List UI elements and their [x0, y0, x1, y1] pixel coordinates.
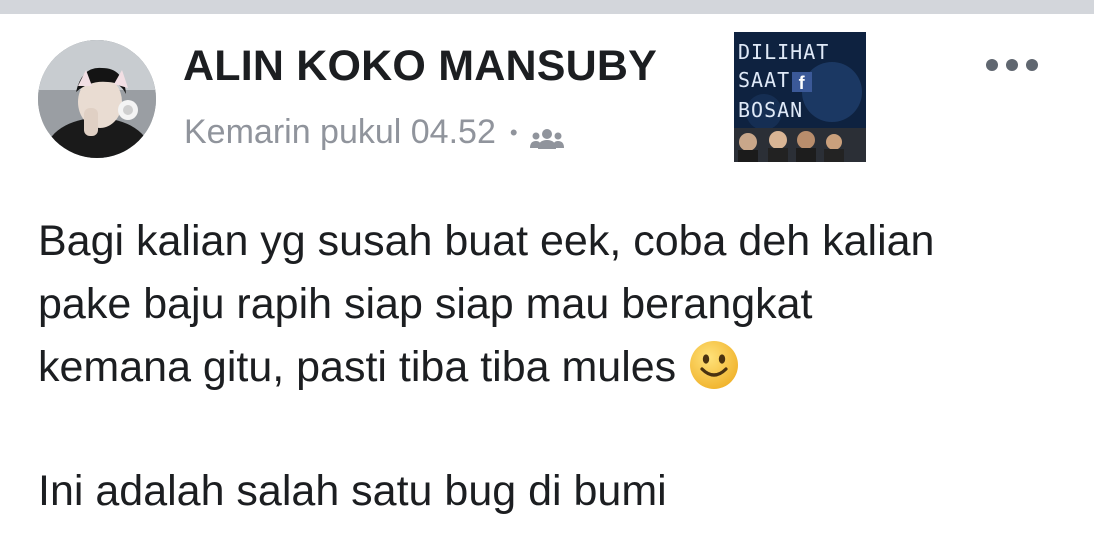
badge-line-2-text: SAAT	[738, 68, 791, 92]
page-watermark-badge: DILIHAT SAAT f BOSAN	[734, 32, 866, 162]
author-name[interactable]: ALIN KOKO MANSUBY	[183, 42, 657, 91]
facebook-icon: f	[792, 72, 813, 93]
badge-line-1: DILIHAT	[738, 40, 830, 64]
post-body-line-with-emoji: kemana gitu, pasti tiba tiba mules	[38, 336, 1058, 399]
badge-line-2: SAAT f	[738, 68, 813, 93]
facebook-post-card: ALIN KOKO MANSUBY Kemarin pukul 04.52 •	[0, 0, 1094, 540]
post-body-line: pake baju rapih siap siap mau berangkat	[38, 280, 813, 328]
more-options-icon[interactable]	[986, 57, 1038, 73]
avatar-photo	[38, 40, 156, 158]
post-body-line: Bagi kalian yg susah buat eek, coba deh …	[38, 217, 935, 265]
slightly-smiling-face-icon	[688, 339, 740, 391]
post-body-paragraph-2: Ini adalah salah satu bug di bumi	[38, 467, 667, 515]
post-body: Bagi kalian yg susah buat eek, coba deh …	[38, 210, 1058, 523]
friends-icon[interactable]	[529, 121, 564, 149]
badge-line-3: BOSAN	[738, 98, 804, 122]
author-avatar[interactable]	[38, 40, 156, 158]
post-meta: Kemarin pukul 04.52 •	[184, 113, 564, 152]
post-timestamp[interactable]: Kemarin pukul 04.52	[184, 113, 496, 152]
post-body-line-text: kemana gitu, pasti tiba tiba mules	[38, 343, 677, 391]
meta-separator: •	[509, 119, 518, 145]
